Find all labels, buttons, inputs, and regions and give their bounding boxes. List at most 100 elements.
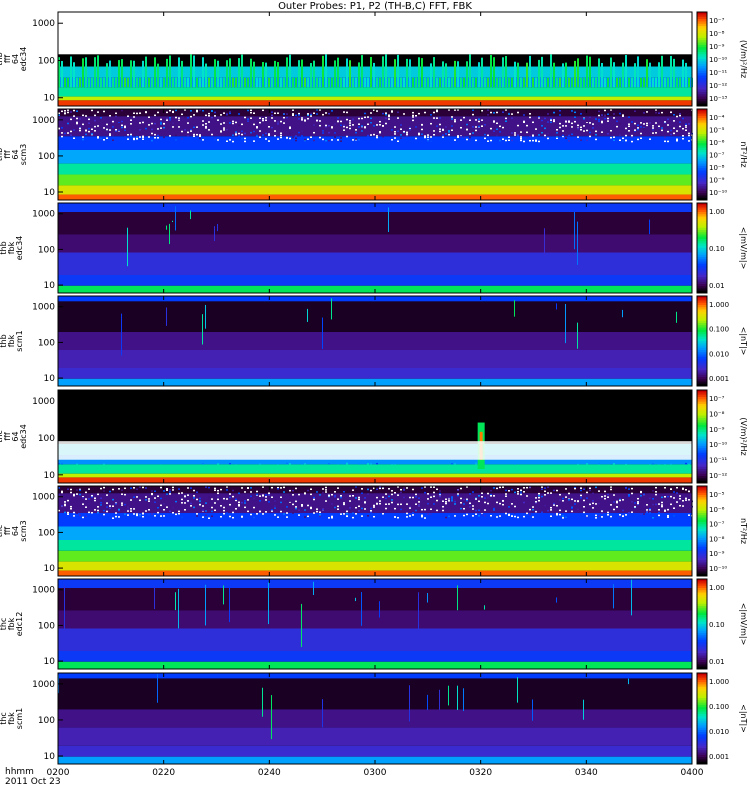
y-tick-label: 10 — [44, 471, 56, 481]
y-tick-label: 100 — [38, 716, 55, 726]
colorbar-label: nT²/Hz — [739, 518, 748, 544]
y-tick-label: 100 — [38, 528, 55, 538]
spectral-band — [58, 212, 692, 235]
spectral-band — [58, 96, 692, 101]
colorbar-tick-label: 10⁻¹⁰ — [709, 189, 727, 197]
spectral-band — [58, 727, 692, 746]
colorbar-tick-label: 10⁻⁶ — [709, 506, 725, 514]
panel-8: 101001000thc fbk scm11.0000.1000.0100.001<… — [0, 672, 748, 765]
spectral-band — [58, 332, 692, 350]
panel-2: 101001000thb fff 64 scm310⁻⁴10⁻⁵10⁻⁶10⁻⁷10⁻… — [0, 108, 748, 201]
colorbar-tick-label: 10⁻⁹ — [709, 43, 725, 51]
spectral-band — [58, 275, 692, 286]
y-tick-label: 10 — [44, 657, 56, 667]
y-tick-label: 1000 — [32, 493, 55, 503]
y-tick-label: 100 — [38, 434, 55, 444]
y-tick-label: 100 — [38, 338, 55, 348]
colorbar: 1.000 0.100 0.010 0.001 <|nT|> — [696, 295, 748, 387]
time-axis-date-label: 2011 Oct 23 — [5, 777, 61, 787]
y-tick-label: 1000 — [32, 586, 55, 596]
y-tick-label: 10 — [44, 188, 56, 198]
colorbar-tick-label: 1.00 — [709, 208, 725, 216]
colorbar: 1.00 0.10 0.01 <|mV/m|> — [696, 578, 748, 670]
colorbar-tick-label: 0.100 — [709, 703, 729, 711]
y-tick-label: 10 — [44, 374, 56, 384]
colorbar-tick-label: 10⁻¹² — [709, 82, 727, 90]
colorbar-tick-label: 10⁻¹² — [709, 472, 727, 480]
spectral-band — [58, 301, 692, 332]
spectral-band — [58, 350, 692, 368]
colorbar-tick-label: 0.001 — [709, 753, 729, 761]
panel-1: 101001000thb fff 64 edc3410⁻⁷10⁻⁸10⁻⁹10⁻¹⁰1… — [0, 11, 748, 107]
colorbar-tick-label: 10⁻¹¹ — [709, 69, 727, 77]
spectral-band — [58, 174, 692, 186]
y-tick-label: 10 — [44, 564, 56, 574]
colorbar-tick-label: 10⁻¹³ — [709, 95, 727, 103]
colorbar-label: <|mV/m|> — [739, 227, 748, 270]
colorbar-label: nT²/Hz — [739, 141, 748, 167]
colorbar-tick-label: 0.01 — [709, 658, 725, 666]
colorbar-label: (V/m)²/Hz — [739, 417, 748, 455]
colorbar-tick-label: 0.10 — [709, 621, 725, 629]
time-axis-unit-label: hhmm — [5, 767, 34, 777]
y-axis-label: edc34 — [19, 424, 28, 449]
colorbar-tick-label: 10⁻¹⁰ — [709, 565, 727, 573]
colorbar-tick-label: 1.000 — [709, 301, 729, 309]
y-axis-label: scm1 — [15, 330, 24, 351]
y-tick-label: 10 — [44, 94, 56, 104]
time-tick-label: 0240 — [258, 768, 281, 778]
y-tick-label: 1000 — [32, 680, 55, 690]
y-tick-label: 100 — [38, 152, 55, 162]
spectrogram-figure: 101001000thb fff 64 edc3410⁻⁷10⁻⁸10⁻⁹10⁻¹⁰1… — [0, 11, 748, 778]
spectral-band — [58, 185, 692, 195]
y-axis-label: scm3 — [19, 520, 28, 541]
colorbar-tick-label: 10⁻⁷ — [709, 152, 725, 160]
colorbar-tick-label: 10⁻⁹ — [709, 426, 725, 434]
colorbar-tick-label: 10⁻⁷ — [709, 395, 725, 403]
time-tick-label: 0340 — [575, 768, 598, 778]
panel-4: 101001000thb fbk scm11.0000.1000.0100.001<… — [0, 295, 748, 387]
spectral-band — [58, 149, 692, 164]
colorbar-tick-label: 10⁻⁹ — [709, 177, 725, 185]
colorbar: 1.000 0.100 0.010 0.001 <|nT|> — [696, 672, 748, 765]
colorbar-label: <|nT|> — [739, 327, 748, 356]
spectral-band — [58, 464, 692, 474]
y-tick-label: 1000 — [32, 303, 55, 313]
colorbar-tick-label: 10⁻⁴ — [709, 114, 725, 122]
y-tick-label: 1000 — [32, 116, 55, 126]
spectral-band — [58, 493, 692, 513]
y-axis-label: edc12 — [15, 612, 24, 637]
y-tick-label: 10 — [44, 281, 56, 291]
colorbar-tick-label: 1.00 — [709, 584, 725, 592]
colorbar-tick-label: 10⁻⁸ — [709, 164, 725, 172]
y-tick-label: 100 — [38, 621, 55, 631]
colorbar-tick-label: 10⁻⁹ — [709, 550, 725, 558]
y-axis-label: scm3 — [19, 144, 28, 165]
spectral-band — [58, 709, 692, 728]
colorbar-tick-label: 10⁻⁶ — [709, 139, 725, 147]
colorbar-tick-label: 10⁻⁷ — [709, 521, 725, 529]
panel-5: 101001000thc fff 64 edc3410⁻⁷10⁻⁸10⁻⁹10⁻¹⁰1… — [0, 389, 748, 484]
spectral-band — [58, 234, 692, 253]
colorbar-tick-label: 0.001 — [709, 375, 729, 383]
time-tick-label: 0320 — [469, 768, 492, 778]
spectral-band — [58, 610, 692, 629]
colorbar-tick-label: 10⁻¹¹ — [709, 457, 727, 465]
colorbar-tick-label: 0.010 — [709, 728, 729, 736]
colorbar-label: <|mV/m|> — [739, 603, 748, 646]
colorbar-tick-label: 10⁻⁵ — [709, 127, 725, 135]
colorbar-label: (V/m)²/Hz — [739, 40, 748, 78]
colorbar-tick-label: 0.01 — [709, 282, 725, 290]
y-tick-label: 100 — [38, 56, 55, 66]
spectral-band — [58, 550, 692, 562]
colorbar: 1.00 0.10 0.01 <|mV/m|> — [696, 202, 748, 294]
spectral-band — [58, 540, 692, 551]
colorbar-tick-label: 10⁻⁸ — [709, 30, 725, 38]
colorbar-tick-label: 10⁻⁵ — [709, 491, 725, 499]
colorbar-tick-label: 0.10 — [709, 245, 725, 253]
spectral-band — [58, 745, 692, 757]
y-tick-label: 1000 — [32, 19, 55, 29]
spectral-band — [58, 651, 692, 662]
colorbar-tick-label: 10⁻⁷ — [709, 17, 725, 25]
spectral-band — [58, 628, 692, 651]
